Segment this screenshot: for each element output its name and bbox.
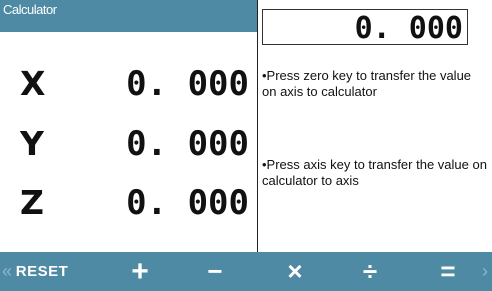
axis-label-z: Z <box>20 183 44 222</box>
axis-row-z[interactable]: Z 0. 000 <box>0 183 257 233</box>
calculator-screen: Calculator X 0. 000 Y 0. 000 Z 0. 000 0.… <box>0 0 492 291</box>
multiply-button[interactable]: × <box>275 252 315 291</box>
axis-panel: Calculator X 0. 000 Y 0. 000 Z 0. 000 <box>0 0 257 252</box>
calculator-display-value: 0. 000 <box>354 11 463 46</box>
hint-axis-key: •Press axis key to transfer the value on… <box>262 157 487 188</box>
axis-label-y: Y <box>20 124 44 163</box>
divide-button[interactable]: ÷ <box>350 252 390 291</box>
reset-button[interactable]: RESET <box>12 252 72 291</box>
prev-page-arrow-icon[interactable]: « <box>2 252 12 291</box>
equals-button[interactable]: = <box>428 252 468 291</box>
next-page-arrow-icon[interactable]: › <box>482 252 488 291</box>
hint-zero-key: •Press zero key to transfer the value on… <box>262 68 472 99</box>
axis-value-z: 0. 000 <box>126 183 249 223</box>
axis-row-y[interactable]: Y 0. 000 <box>0 124 257 174</box>
axis-label-x: X <box>20 64 46 103</box>
calculator-display: 0. 000 <box>262 9 468 46</box>
minus-button[interactable]: − <box>195 252 235 291</box>
axis-value-x: 0. 000 <box>126 64 249 104</box>
page-title: Calculator <box>3 2 57 17</box>
title-bar: Calculator <box>0 0 257 32</box>
axis-value-y: 0. 000 <box>126 124 249 164</box>
axis-row-x[interactable]: X 0. 000 <box>0 64 257 114</box>
calculator-panel: 0. 000 •Press zero key to transfer the v… <box>258 0 492 252</box>
softkey-bar: « RESET + − × ÷ = › <box>0 252 492 291</box>
plus-button[interactable]: + <box>120 252 160 291</box>
